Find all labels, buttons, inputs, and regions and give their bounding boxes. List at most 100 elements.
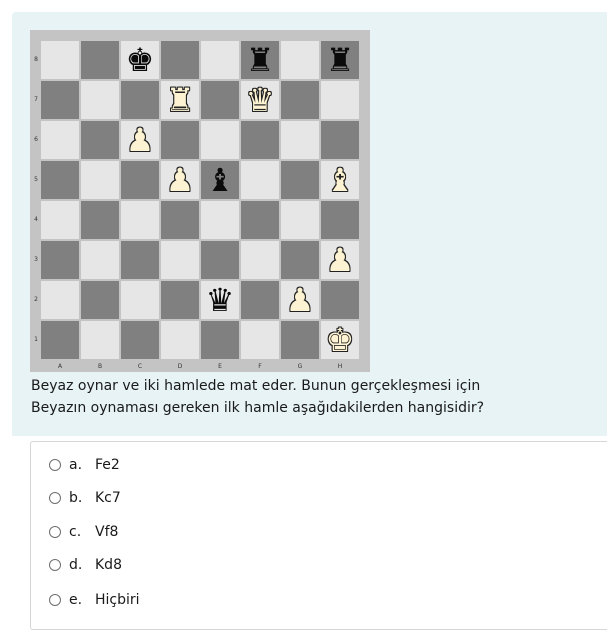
radio-button-icon[interactable] bbox=[49, 459, 61, 471]
square-h4 bbox=[320, 200, 360, 240]
rank-label: 3 bbox=[34, 256, 38, 263]
radio-button-icon[interactable] bbox=[49, 559, 61, 571]
radio-button-icon[interactable] bbox=[49, 492, 61, 504]
square-g4 bbox=[280, 200, 320, 240]
option-b[interactable]: b. Kc7 bbox=[49, 486, 121, 510]
square-f4 bbox=[240, 200, 280, 240]
square-c5 bbox=[120, 160, 160, 200]
rank-label: 6 bbox=[34, 136, 38, 143]
square-g5 bbox=[280, 160, 320, 200]
question-line-1: Beyaz oynar ve iki hamlede mat eder. Bun… bbox=[31, 378, 481, 394]
file-label: E bbox=[218, 363, 222, 370]
square-a3 bbox=[40, 240, 80, 280]
option-letter: c. bbox=[69, 524, 82, 540]
square-e7 bbox=[200, 80, 240, 120]
square-b5 bbox=[80, 160, 120, 200]
option-d[interactable]: d. Kd8 bbox=[49, 553, 122, 577]
question-line-2: Beyazın oynaması gereken ilk hamle aşağı… bbox=[31, 400, 485, 416]
rank-label: 7 bbox=[34, 96, 38, 103]
square-b1 bbox=[80, 320, 120, 360]
option-e[interactable]: e. Hiçbiri bbox=[49, 588, 140, 612]
square-f1 bbox=[240, 320, 280, 360]
rank-label: 5 bbox=[34, 176, 38, 183]
square-a7 bbox=[40, 80, 80, 120]
white-pawn-icon: ♟ bbox=[285, 281, 315, 319]
square-c4 bbox=[120, 200, 160, 240]
square-b6 bbox=[80, 120, 120, 160]
square-f6 bbox=[240, 120, 280, 160]
square-e8 bbox=[200, 40, 240, 80]
file-label: A bbox=[57, 363, 63, 370]
chess-board-image: ♚ ♜ ♜ ♜ ♛ ♟ ♟ ♝ ♝ ♟ ♛ ♟ ♚ 87654321ABCDEFGH bbox=[30, 30, 370, 372]
square-a6 bbox=[40, 120, 80, 160]
black-king-icon: ♚ bbox=[125, 41, 155, 79]
file-label: G bbox=[297, 363, 303, 370]
square-a8 bbox=[40, 40, 80, 80]
square-c1 bbox=[120, 320, 160, 360]
square-d3 bbox=[160, 240, 200, 280]
square-a2 bbox=[40, 280, 80, 320]
option-c[interactable]: c. Vf8 bbox=[49, 520, 118, 544]
file-label: C bbox=[137, 363, 143, 370]
option-letter: b. bbox=[69, 490, 83, 506]
option-label: Kd8 bbox=[95, 557, 122, 573]
option-letter: a. bbox=[69, 457, 83, 473]
chess-board: ♚ ♜ ♜ ♜ ♛ ♟ ♟ ♝ ♝ ♟ ♛ ♟ ♚ bbox=[40, 40, 360, 360]
square-c3 bbox=[120, 240, 160, 280]
answer-options: a. Fe2 b. Kc7 c. Vf8 d. Kd8 e. Hiçbiri bbox=[30, 441, 607, 630]
option-label: Hiçbiri bbox=[95, 592, 140, 608]
square-f2 bbox=[240, 280, 280, 320]
option-label: Kc7 bbox=[95, 490, 121, 506]
white-rook-icon: ♜ bbox=[165, 81, 195, 119]
square-c2 bbox=[120, 280, 160, 320]
black-queen-icon: ♛ bbox=[205, 281, 235, 319]
option-letter: d. bbox=[69, 557, 83, 573]
white-bishop-icon: ♝ bbox=[325, 161, 355, 199]
square-d4 bbox=[160, 200, 200, 240]
square-a1 bbox=[40, 320, 80, 360]
square-d6 bbox=[160, 120, 200, 160]
white-pawn-icon: ♟ bbox=[325, 241, 355, 279]
rank-label: 1 bbox=[34, 336, 38, 343]
square-b8 bbox=[80, 40, 120, 80]
square-d8 bbox=[160, 40, 200, 80]
square-f3 bbox=[240, 240, 280, 280]
file-label: F bbox=[258, 363, 262, 370]
question-text: Beyaz oynar ve iki hamlede mat eder. Bun… bbox=[31, 375, 591, 419]
square-g3 bbox=[280, 240, 320, 280]
square-b2 bbox=[80, 280, 120, 320]
black-bishop-icon: ♝ bbox=[205, 161, 235, 199]
square-h7 bbox=[320, 80, 360, 120]
square-d1 bbox=[160, 320, 200, 360]
rank-label: 2 bbox=[34, 296, 38, 303]
radio-button-icon[interactable] bbox=[49, 526, 61, 538]
white-queen-icon: ♛ bbox=[245, 81, 275, 119]
radio-button-icon[interactable] bbox=[49, 594, 61, 606]
square-g6 bbox=[280, 120, 320, 160]
black-rook-icon: ♜ bbox=[325, 41, 355, 79]
white-pawn-icon: ♟ bbox=[165, 161, 195, 199]
square-b7 bbox=[80, 80, 120, 120]
square-c7 bbox=[120, 80, 160, 120]
square-e3 bbox=[200, 240, 240, 280]
square-g1 bbox=[280, 320, 320, 360]
square-e4 bbox=[200, 200, 240, 240]
option-letter: e. bbox=[69, 592, 83, 608]
white-king-icon: ♚ bbox=[325, 321, 355, 359]
file-label: H bbox=[337, 363, 343, 370]
square-h2 bbox=[320, 280, 360, 320]
option-label: Vf8 bbox=[95, 524, 119, 540]
square-a4 bbox=[40, 200, 80, 240]
rank-label: 8 bbox=[34, 56, 38, 63]
square-d2 bbox=[160, 280, 200, 320]
square-e6 bbox=[200, 120, 240, 160]
square-e1 bbox=[200, 320, 240, 360]
square-f5 bbox=[240, 160, 280, 200]
square-g8 bbox=[280, 40, 320, 80]
square-a5 bbox=[40, 160, 80, 200]
square-b3 bbox=[80, 240, 120, 280]
file-label: B bbox=[97, 363, 103, 370]
rank-label: 4 bbox=[34, 216, 38, 223]
option-a[interactable]: a. Fe2 bbox=[49, 453, 120, 477]
file-label: D bbox=[177, 363, 183, 370]
